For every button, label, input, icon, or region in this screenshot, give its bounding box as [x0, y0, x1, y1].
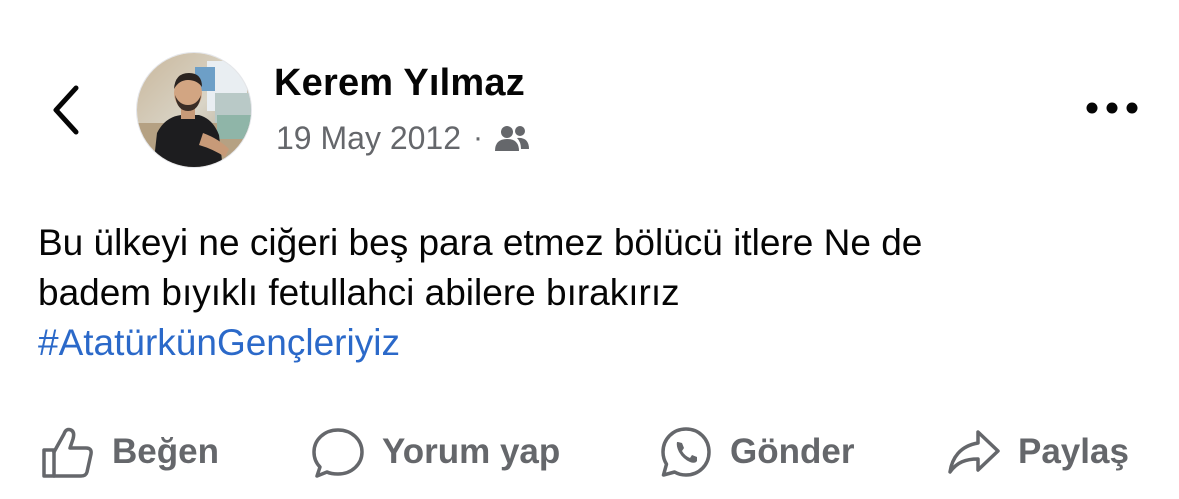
avatar-photo	[137, 53, 251, 167]
comment-bubble-icon	[312, 428, 364, 478]
author-name[interactable]: Kerem Yılmaz	[274, 62, 525, 105]
meta-separator: ·	[473, 121, 484, 154]
more-dots-icon	[1086, 102, 1138, 114]
post-text-line: Bu ülkeyi ne ciğeri beş para etmez bölüc…	[38, 222, 923, 263]
hashtag-link[interactable]: #AtatürkünGençleriyiz	[38, 318, 1148, 368]
post-actions: Beğen Yorum yap Gönder Paylaş	[0, 412, 1179, 492]
post-date[interactable]: 19 May 2012	[276, 120, 461, 157]
comment-label: Yorum yap	[382, 432, 561, 471]
post-text-line: badem bıyıklı fetullahci abilere bırakır…	[38, 272, 680, 313]
comment-button[interactable]: Yorum yap	[308, 412, 560, 492]
send-button[interactable]: Gönder	[656, 412, 854, 492]
share-button[interactable]: Paylaş	[944, 412, 1129, 492]
share-label: Paylaş	[1018, 432, 1129, 471]
like-label: Beğen	[112, 432, 219, 471]
share-arrow-icon	[948, 430, 1000, 474]
post-meta: 19 May 2012 ·	[276, 118, 531, 158]
post-body: Bu ülkeyi ne ciğeri beş para etmez bölüc…	[38, 218, 1148, 368]
friends-icon[interactable]	[493, 123, 531, 153]
more-options-button[interactable]	[1080, 88, 1144, 128]
send-label: Gönder	[730, 432, 855, 471]
chevron-left-icon	[53, 85, 79, 135]
whatsapp-icon	[661, 427, 711, 477]
back-button[interactable]	[46, 80, 90, 140]
like-button[interactable]: Beğen	[38, 412, 219, 492]
author-avatar[interactable]	[136, 52, 252, 168]
thumbs-up-icon	[42, 427, 93, 478]
